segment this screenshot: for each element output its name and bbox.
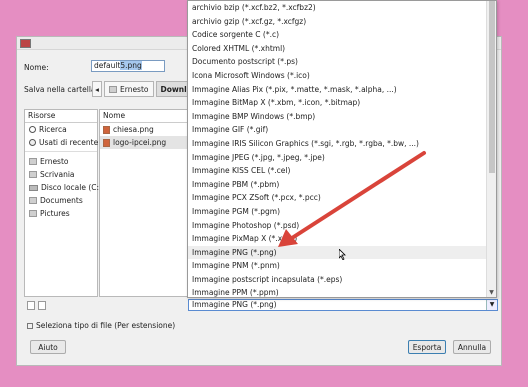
annotation-overlay: [278, 151, 426, 247]
annotation-arrow-line: [290, 151, 426, 240]
mouse-cursor-icon: [339, 249, 346, 260]
